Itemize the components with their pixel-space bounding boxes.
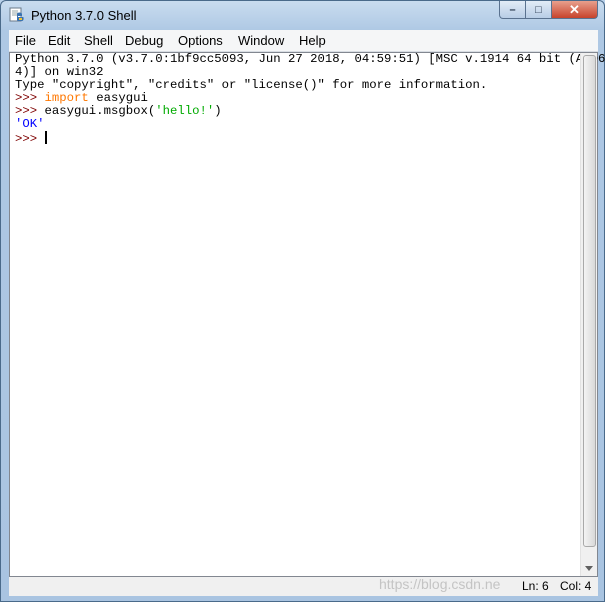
shell-text-area[interactable]: Python 3.7.0 (v3.7.0:1bf9cc5093, Jun 27 … (9, 52, 605, 577)
menu-shell[interactable]: Shell (84, 33, 113, 48)
banner-line: Type "copyright", "credits" or "license(… (15, 78, 488, 92)
output-text: 'OK' (15, 117, 45, 131)
idle-shell-window: Python 3.7.0 Shell – □ ✕ File Edit Shell… (0, 0, 605, 602)
menu-bar: File Edit Shell Debug Options Window Hel… (9, 30, 598, 52)
status-bar: Ln: 6 Col: 4 (9, 577, 598, 596)
keyword: import (44, 91, 89, 105)
column-number: Col: 4 (560, 579, 592, 593)
shell-output[interactable]: Python 3.7.0 (v3.7.0:1bf9cc5093, Jun 27 … (15, 53, 605, 146)
prompt: >>> (15, 91, 45, 105)
window-title: Python 3.7.0 Shell (31, 8, 137, 23)
banner-line: 4)] on win32 (15, 65, 104, 79)
scroll-down-arrow-icon[interactable] (585, 566, 593, 571)
close-button[interactable]: ✕ (552, 1, 598, 19)
prompt: >>> (15, 132, 45, 146)
menu-debug[interactable]: Debug (125, 33, 163, 48)
line-number: Ln: 6 (522, 579, 549, 593)
maximize-button[interactable]: □ (526, 1, 552, 19)
prompt: >>> (15, 104, 45, 118)
menu-edit[interactable]: Edit (48, 33, 70, 48)
idle-python-icon (9, 7, 24, 22)
code-text: ) (214, 104, 222, 118)
menu-options[interactable]: Options (178, 33, 223, 48)
string-literal: 'hello!' (155, 104, 215, 118)
title-bar[interactable]: Python 3.7.0 Shell – □ ✕ (1, 1, 604, 30)
menu-help[interactable]: Help (299, 33, 326, 48)
vertical-scrollbar[interactable] (580, 53, 597, 576)
watermark: https://blog.csdn.ne (379, 576, 501, 592)
code-text: easygui (88, 91, 148, 105)
minimize-button[interactable]: – (499, 1, 526, 19)
menu-window[interactable]: Window (238, 33, 284, 48)
scroll-thumb[interactable] (583, 55, 596, 547)
banner-line: Python 3.7.0 (v3.7.0:1bf9cc5093, Jun 27 … (15, 52, 605, 66)
menu-file[interactable]: File (15, 33, 36, 48)
text-cursor (44, 131, 47, 144)
code-text: easygui.msgbox( (44, 104, 156, 118)
